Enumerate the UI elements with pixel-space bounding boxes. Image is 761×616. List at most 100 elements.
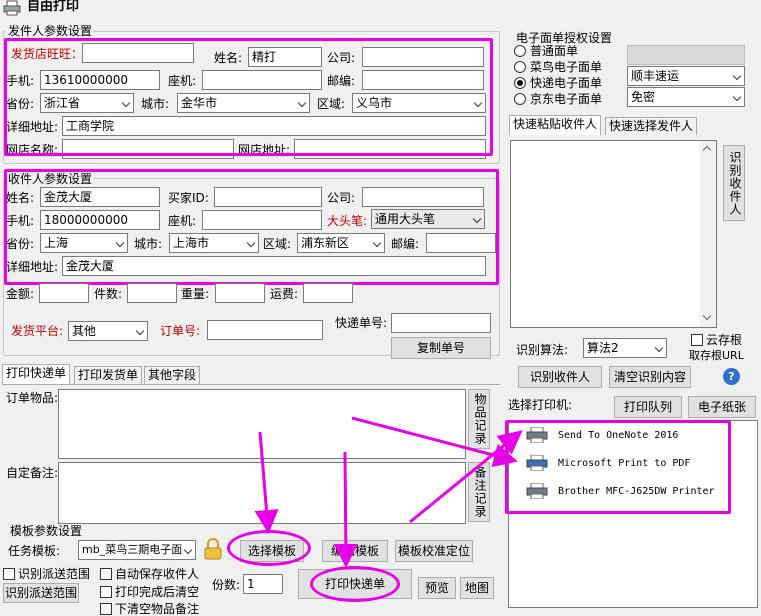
lock-icon[interactable]	[203, 538, 223, 560]
paste-scrollbar[interactable]	[700, 141, 716, 327]
express-no-input[interactable]	[391, 313, 491, 333]
eorder-option-2-label: 快递电子面单	[530, 76, 603, 90]
big-pen-select[interactable]: 通用大头笔	[371, 209, 485, 229]
shop-wangwang-input[interactable]	[82, 43, 194, 63]
detect-range-label: 识别派送范围	[18, 567, 91, 581]
cloud-take-label[interactable]: 取存根URL	[689, 349, 744, 363]
notes-record-button[interactable]: 备注记录	[468, 462, 490, 522]
order-no-input[interactable]	[207, 320, 323, 340]
sender-company-input[interactable]	[362, 47, 484, 67]
right-tab-bar: 快速粘贴收件人 快速选择发件人	[509, 115, 759, 135]
tab-print-shipping[interactable]: 打印发货单	[74, 366, 143, 384]
tab-other-fields[interactable]: 其他字段	[144, 366, 201, 384]
printer-item-2[interactable]: Brother MFC-J625DW Printer	[526, 483, 726, 501]
copy-number-button[interactable]: 复制单号	[391, 337, 491, 359]
receiver-name-input[interactable]: 金茂大厦	[40, 187, 160, 207]
detect-range-button[interactable]: 识别派送范围	[3, 583, 79, 603]
sender-city-label: 城市:	[141, 97, 170, 111]
sender-address-input[interactable]: 工商学院	[62, 116, 486, 136]
receiver-address-input[interactable]: 金茂大厦	[62, 256, 486, 276]
receiver-city-label: 城市:	[134, 237, 163, 251]
auto-save-label: 自动保存收件人	[115, 567, 200, 581]
title-bar: 自由打印	[0, 0, 761, 16]
printer-name: Send To OneNote 2016	[558, 430, 679, 441]
shop-url-input[interactable]	[294, 139, 486, 159]
eorder-option-1-radio[interactable]	[514, 61, 526, 73]
tab-quick-paste-receiver[interactable]: 快速粘贴收件人	[509, 115, 602, 135]
recognize-button[interactable]: 识别收件人	[723, 145, 745, 221]
order-no-label: 订单号:	[160, 324, 201, 338]
template-group-title: 模板参数设置	[8, 524, 85, 538]
help-icon[interactable]: ?	[723, 368, 740, 385]
weight-input[interactable]	[215, 283, 265, 303]
buyer-id-input[interactable]	[214, 187, 322, 207]
custom-notes-label: 自定备注:	[6, 466, 59, 480]
receiver-province-select[interactable]: 上海	[40, 233, 128, 253]
auto-save-checkbox[interactable]	[100, 568, 112, 580]
buyer-id-label: 买家ID:	[168, 191, 209, 205]
cloud-save-checkbox[interactable]	[691, 334, 703, 346]
freight-input[interactable]	[303, 283, 353, 303]
amount-input[interactable]	[39, 283, 89, 303]
algorithm-select[interactable]: 算法2	[583, 338, 667, 358]
sender-tel-input[interactable]	[202, 70, 322, 90]
receiver-zip-input[interactable]	[426, 233, 496, 253]
printer-icon	[526, 455, 548, 471]
receiver-city-select[interactable]: 上海市	[169, 233, 259, 253]
tab-print-express[interactable]: 打印快递单	[2, 364, 71, 384]
sender-phone-input[interactable]: 13610000000	[40, 70, 160, 90]
copies-input[interactable]: 1	[243, 574, 283, 594]
items-record-button[interactable]: 物品记录	[468, 389, 490, 449]
electronic-paper-button[interactable]: 电子纸张	[688, 396, 756, 418]
eorder-option-0-label: 普通面单	[530, 44, 579, 58]
printer-item-1[interactable]: Microsoft Print to PDF	[526, 455, 726, 473]
clear-items-checkbox[interactable]	[100, 603, 112, 615]
print-express-button[interactable]: 打印快递单	[298, 569, 412, 599]
tab-quick-select-sender[interactable]: 快速选择发件人	[605, 117, 698, 135]
receiver-phone-label: 手机:	[6, 214, 35, 228]
edit-template-button[interactable]: 编辑模板	[322, 540, 388, 562]
receiver-district-select[interactable]: 浦东新区	[297, 233, 385, 253]
courier-select[interactable]: 顺丰速运	[627, 66, 745, 86]
platform-select[interactable]: 其他	[68, 321, 148, 341]
select-template-button[interactable]: 选择模板	[240, 540, 304, 562]
receiver-company-label: 公司:	[327, 191, 356, 205]
shop-wangwang-label: 发货店旺旺：	[11, 47, 84, 61]
sender-name-input[interactable]: 精打	[248, 47, 322, 67]
amount-label: 金额:	[6, 287, 35, 301]
task-template-label: 任务模板:	[8, 544, 61, 558]
recognize-receiver-button[interactable]: 识别收件人	[518, 366, 602, 388]
calibrate-template-button[interactable]: 模板校准定位	[395, 540, 473, 562]
copies-label: 份数:	[212, 578, 241, 592]
paste-receiver-textarea[interactable]	[510, 140, 717, 328]
eorder-option-0-radio[interactable]	[514, 45, 526, 57]
receiver-company-input[interactable]	[362, 187, 484, 207]
order-items-textarea[interactable]	[58, 389, 466, 459]
printer-item-0[interactable]: Send To OneNote 2016	[526, 427, 726, 445]
printer-name: Microsoft Print to PDF	[558, 458, 691, 469]
clear-after-print-checkbox[interactable]	[100, 586, 112, 598]
clear-recognition-button[interactable]: 清空识别内容	[609, 366, 691, 388]
receiver-tel-input[interactable]	[202, 210, 322, 230]
shop-name-input[interactable]	[62, 139, 234, 159]
eorder-option-2-radio[interactable]	[514, 77, 526, 89]
map-button[interactable]: 地图	[460, 577, 494, 599]
detect-range-checkbox[interactable]	[3, 568, 15, 580]
sender-city-select[interactable]: 金华市	[177, 93, 310, 113]
custom-notes-textarea[interactable]	[58, 462, 466, 524]
eorder-option-3-radio[interactable]	[514, 93, 526, 105]
cloud-save-label: 云存根	[706, 333, 743, 347]
shop-name-label: 网店名称:	[6, 143, 59, 157]
task-template-select[interactable]: mb_菜鸟三期电子面	[78, 540, 196, 560]
print-queue-button[interactable]: 打印队列	[614, 396, 682, 418]
count-label: 件数:	[94, 287, 123, 301]
sender-district-select[interactable]: 义乌市	[352, 93, 486, 113]
auth-mode-select[interactable]: 免密	[627, 87, 745, 107]
printer-list	[508, 420, 758, 608]
sender-zip-input[interactable]	[362, 70, 484, 90]
receiver-phone-input[interactable]: 18000000000	[40, 210, 160, 230]
preview-button[interactable]: 预览	[418, 577, 456, 599]
count-input[interactable]	[127, 283, 177, 303]
eorder-group-title: 电子面单授权设置	[514, 31, 615, 45]
sender-province-select[interactable]: 浙江省	[40, 93, 134, 113]
